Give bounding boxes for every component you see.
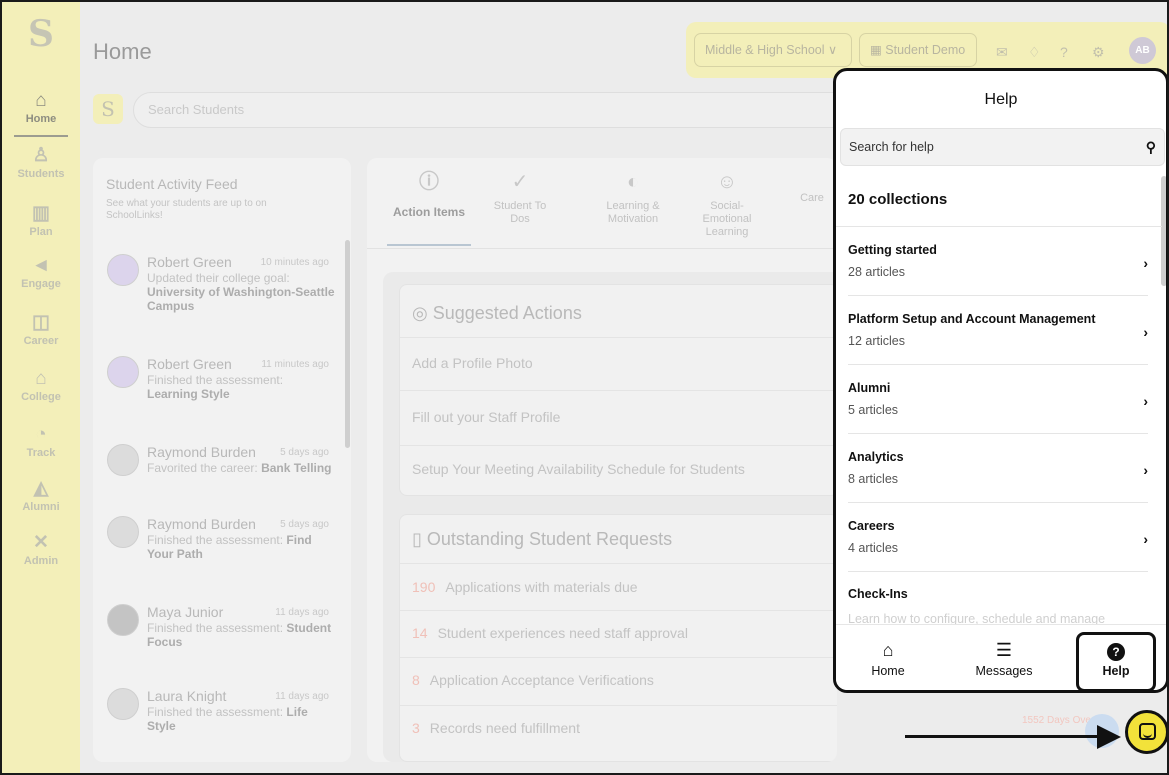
- collections-count: 20 collections: [848, 191, 948, 208]
- document-alert-icon: ▯: [412, 529, 427, 549]
- avatar: [107, 688, 139, 720]
- sidebar-item-admin[interactable]: ✕ Admin: [2, 532, 80, 567]
- collection-alumni[interactable]: Alumni 5 articles ›: [848, 381, 1148, 417]
- bell-icon[interactable]: ♢: [1028, 44, 1041, 61]
- avatar: [107, 356, 139, 388]
- active-nav-indicator: [14, 135, 68, 137]
- help-scrollbar[interactable]: [1161, 176, 1166, 286]
- user-avatar[interactable]: AB: [1129, 37, 1156, 64]
- feed-subtitle: See what your students are up to on Scho…: [106, 198, 267, 221]
- message-icon: ☰: [995, 640, 1013, 660]
- avatar: [107, 516, 139, 548]
- info-icon: ⓘ: [419, 171, 439, 193]
- briefcase-icon: ◫: [32, 312, 50, 333]
- search-students-input[interactable]: Search Students: [133, 92, 853, 128]
- sidebar-item-engage[interactable]: ◄ Engage: [2, 255, 80, 290]
- overdue-label: 1552 Days Over: [1022, 715, 1095, 726]
- help-search-input[interactable]: Search for help ⚲: [840, 128, 1165, 166]
- help-title: Help: [984, 91, 1018, 108]
- suggested-actions-title: ◎ Suggested Actions: [412, 303, 582, 323]
- megaphone-icon: ◄: [31, 255, 51, 276]
- masks-icon: ☺: [716, 171, 738, 193]
- action-items-content: ◎ Suggested Actions Add a Profile Photo …: [383, 272, 837, 762]
- chevron-right-icon: ›: [1143, 462, 1148, 478]
- student-activity-feed: Student Activity Feed See what your stud…: [93, 158, 351, 762]
- brain-icon: ◐: [626, 171, 640, 193]
- graduation-cap-icon: ◭: [33, 478, 49, 499]
- request-row[interactable]: 3 Records need fulfillment: [412, 720, 580, 736]
- sidebar-item-alumni[interactable]: ◭ Alumni: [2, 478, 80, 513]
- sidebar: S ⌂ Home ♙ Students ▥ Plan ◄ Engage ◫ Ca…: [2, 2, 80, 773]
- home-icon: ⌂: [35, 90, 47, 111]
- collection-analytics[interactable]: Analytics 8 articles ›: [848, 450, 1148, 486]
- chat-icon: [1139, 723, 1156, 740]
- footer-messages-tab[interactable]: ☰ Messages: [964, 639, 1044, 678]
- demo-icon: ▦: [870, 43, 886, 57]
- tools-icon: ✕: [33, 532, 49, 553]
- tab-student-to-dos[interactable]: ✓ Student To Dos: [485, 170, 555, 226]
- help-tab-highlight: [1076, 632, 1156, 690]
- avatar: [107, 604, 139, 636]
- avatar: [107, 254, 139, 286]
- suggested-action-row[interactable]: Add a Profile Photo: [412, 355, 533, 371]
- request-row[interactable]: 190 Applications with materials due: [412, 579, 638, 595]
- college-icon: ⌂: [35, 368, 47, 389]
- suggested-action-row[interactable]: Setup Your Meeting Availability Schedule…: [412, 461, 745, 477]
- tab-action-items[interactable]: ⓘ Action Items: [385, 170, 473, 219]
- action-center-panel: ⓘ Action Items ✓ Student To Dos ◐ Learni…: [367, 158, 837, 762]
- schoollinks-logo[interactable]: S: [24, 14, 58, 54]
- search-logo-icon: S: [93, 94, 123, 124]
- chevron-right-icon: ›: [1143, 393, 1148, 409]
- sidebar-item-plan[interactable]: ▥ Plan: [2, 203, 80, 238]
- chevron-right-icon: ›: [1143, 531, 1148, 547]
- feed-scrollbar[interactable]: [345, 240, 350, 448]
- chevron-right-icon: ›: [1143, 324, 1148, 340]
- mail-icon[interactable]: ✉: [996, 44, 1008, 61]
- search-icon[interactable]: ⚲: [1146, 129, 1156, 165]
- request-row[interactable]: 14 Student experiences need staff approva…: [412, 625, 688, 641]
- tab-career[interactable]: ◫ Care: [787, 170, 837, 205]
- annotation-arrow-head: [1097, 725, 1121, 749]
- suggested-actions-card: ◎ Suggested Actions Add a Profile Photo …: [399, 284, 837, 496]
- collection-careers[interactable]: Careers 4 articles ›: [848, 519, 1148, 555]
- person-icon: ♙: [32, 145, 50, 166]
- feed-title: Student Activity Feed: [106, 176, 238, 192]
- check-circle-icon: ✓: [511, 171, 529, 193]
- gear-icon[interactable]: ⚙: [1092, 44, 1105, 61]
- app-window: S ⌂ Home ♙ Students ▥ Plan ◄ Engage ◫ Ca…: [0, 0, 1169, 775]
- student-demo-button[interactable]: ▦ Student Demo: [859, 33, 977, 67]
- tab-learning-motivation[interactable]: ◐ Learning & Motivation: [595, 170, 671, 226]
- sidebar-item-track[interactable]: ◔ Track: [2, 424, 80, 459]
- chevron-right-icon: ›: [1143, 255, 1148, 271]
- collection-getting-started[interactable]: Getting started 28 articles ›: [848, 243, 1148, 279]
- avatar: [107, 444, 139, 476]
- page-title: Home: [93, 39, 152, 64]
- outstanding-requests-title: ▯ Outstanding Student Requests: [412, 529, 673, 549]
- sidebar-item-home[interactable]: ⌂ Home: [2, 90, 80, 125]
- request-row[interactable]: 8 Application Acceptance Verifications: [412, 672, 654, 688]
- user-circle-icon: ◎: [412, 303, 433, 323]
- suggested-action-row[interactable]: Fill out your Staff Profile: [412, 409, 560, 425]
- help-circle-icon[interactable]: ?: [1060, 44, 1068, 60]
- map-icon: ▥: [32, 203, 50, 224]
- home-icon: ⌂: [882, 640, 894, 660]
- school-level-select[interactable]: Middle & High School ∨: [694, 33, 852, 67]
- active-tab-indicator: [387, 244, 471, 246]
- pie-chart-icon: ◔: [35, 424, 47, 445]
- sidebar-item-students[interactable]: ♙ Students: [2, 145, 80, 180]
- help-launcher-button[interactable]: [1125, 710, 1167, 754]
- tab-social-emotional-learning[interactable]: ☺ Social-Emotional Learning: [687, 170, 767, 239]
- collection-platform-setup[interactable]: Platform Setup and Account Management 12…: [848, 312, 1148, 348]
- outstanding-requests-card: ▯ Outstanding Student Requests 190 Applic…: [399, 514, 837, 762]
- footer-home-tab[interactable]: ⌂ Home: [858, 639, 918, 678]
- sidebar-item-career[interactable]: ◫ Career: [2, 312, 80, 347]
- annotation-arrow-line: [905, 735, 1100, 738]
- help-widget: Help Search for help ⚲ 20 collections Ge…: [833, 68, 1167, 693]
- sidebar-item-college[interactable]: ⌂ College: [2, 368, 80, 403]
- collection-check-ins[interactable]: Check-Ins Learn how to configure, schedu…: [848, 587, 1148, 626]
- tab-divider: [367, 248, 837, 249]
